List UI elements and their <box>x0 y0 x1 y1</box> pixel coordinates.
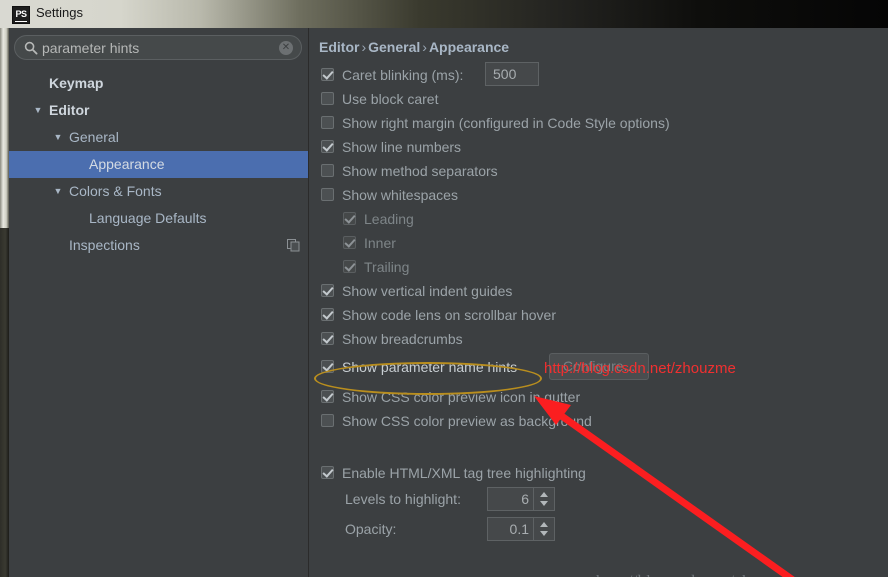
levels-spinner-up-icon[interactable] <box>540 492 548 497</box>
breadcrumb-separator-2: › <box>422 39 427 55</box>
breadcrumb-appearance: Appearance <box>428 39 510 55</box>
checkbox-trailing[interactable] <box>343 260 356 273</box>
option-label: Show breadcrumbs <box>342 331 463 347</box>
option-label: Show parameter name hints <box>342 359 518 375</box>
option-label: Show whitespaces <box>342 187 458 203</box>
option-label: Inner <box>364 235 396 251</box>
levels-to-highlight-spinner[interactable]: 6 <box>487 487 555 511</box>
checkbox-show-whitespaces[interactable] <box>321 188 334 201</box>
checkbox-show-method-separators[interactable] <box>321 164 334 177</box>
search-input[interactable] <box>42 39 272 57</box>
sidebar-item-label: Inspections <box>69 237 140 253</box>
checkbox-show-parameter-name-hints[interactable] <box>321 360 334 373</box>
checkbox-show-breadcrumbs[interactable] <box>321 332 334 345</box>
settings-detail-panel: Editor›General›Appearance Configure... L… <box>309 28 888 577</box>
option-label: Show right margin (configured in Code St… <box>342 115 670 131</box>
levels-to-highlight-value[interactable]: 6 <box>488 488 534 510</box>
tree-expand-arrow-icon[interactable]: ▼ <box>51 178 65 205</box>
window-left-edge-lower <box>0 228 9 577</box>
opacity-spinner-buttons[interactable] <box>533 518 554 540</box>
opacity-value[interactable]: 0.1 <box>488 518 534 540</box>
option-label: Show CSS color preview icon in gutter <box>342 389 581 405</box>
window-title: Settings <box>36 5 83 20</box>
sidebar-item-language-defaults[interactable]: Language Defaults <box>9 205 308 232</box>
breadcrumb: Editor › General › Appearance <box>319 39 509 55</box>
sidebar-item-inspections[interactable]: Inspections <box>9 232 308 259</box>
red-url-annotation: http://blog.csdn.net/zhouzme <box>544 360 736 377</box>
sidebar-item-label: Colors & Fonts <box>69 183 162 199</box>
breadcrumb-editor[interactable]: Editor <box>319 39 359 55</box>
checkbox-caret-blinking-ms[interactable] <box>321 68 334 81</box>
copy-icon[interactable] <box>287 239 300 252</box>
option-label: Show CSS color preview as background <box>342 413 592 429</box>
tree-expand-arrow-icon[interactable]: ▼ <box>51 124 65 151</box>
settings-window: PS Settings ✕ Keymap▼Editor▼GeneralAppea… <box>0 0 888 577</box>
opacity-label: Opacity: <box>345 521 397 537</box>
breadcrumb-separator-1: › <box>361 39 367 55</box>
settings-sidebar: ✕ Keymap▼Editor▼GeneralAppearance▼Colors… <box>9 28 309 577</box>
checkbox-enable-html-xml-tag-tree-highlighting[interactable] <box>321 466 334 479</box>
opacity-spinner[interactable]: 0.1 <box>487 517 555 541</box>
checkbox-show-line-numbers[interactable] <box>321 140 334 153</box>
levels-spinner-buttons[interactable] <box>533 488 554 510</box>
sidebar-item-general[interactable]: ▼ General <box>9 124 308 151</box>
title-bar-left: PS Settings <box>0 0 300 28</box>
checkbox-use-block-caret[interactable] <box>321 92 334 105</box>
opacity-spinner-down-icon[interactable] <box>540 531 548 536</box>
checkbox-inner[interactable] <box>343 236 356 249</box>
option-label: Use block caret <box>342 91 439 107</box>
option-label: Trailing <box>364 259 410 275</box>
settings-tree: Keymap ▼ Editor ▼ General Appearance ▼ Colors &… <box>9 70 308 259</box>
window-body: ✕ Keymap▼Editor▼GeneralAppearance▼Colors… <box>0 28 888 577</box>
option-label: Caret blinking (ms): <box>342 67 464 83</box>
clear-search-icon[interactable]: ✕ <box>279 41 293 55</box>
checkbox-leading[interactable] <box>343 212 356 225</box>
sidebar-item-appearance[interactable]: Appearance <box>9 151 308 178</box>
tree-expand-arrow-icon[interactable]: ▼ <box>31 97 45 124</box>
sidebar-item-keymap[interactable]: Keymap <box>9 70 308 97</box>
caret-blinking-input[interactable] <box>485 62 539 86</box>
search-box[interactable]: ✕ <box>14 35 302 60</box>
checkbox-show-css-color-preview-as-background[interactable] <box>321 414 334 427</box>
levels-spinner-down-icon[interactable] <box>540 501 548 506</box>
checkbox-show-code-lens-on-scrollbar-hover[interactable] <box>321 308 334 321</box>
option-label: Show method separators <box>342 163 498 179</box>
sidebar-item-label: Keymap <box>49 75 104 91</box>
watermark-text: http://blog.csdn.net/zhouzme <box>596 573 796 577</box>
sidebar-item-label: Appearance <box>89 156 165 172</box>
sidebar-item-label: Editor <box>49 102 90 118</box>
sidebar-item-label: General <box>69 129 119 145</box>
option-label: Show line numbers <box>342 139 462 155</box>
levels-to-highlight-label: Levels to highlight: <box>345 491 461 507</box>
sidebar-item-colors-fonts[interactable]: ▼ Colors & Fonts <box>9 178 308 205</box>
option-label: Show code lens on scrollbar hover <box>342 307 557 323</box>
search-icon <box>24 41 38 55</box>
option-label: Show vertical indent guides <box>342 283 513 299</box>
app-logo-icon: PS <box>12 6 30 24</box>
sidebar-item-editor[interactable]: ▼ Editor <box>9 97 308 124</box>
option-label: Leading <box>364 211 414 227</box>
checkbox-show-right-margin-configured-in-code-style-options[interactable] <box>321 116 334 129</box>
checkbox-show-css-color-preview-icon-in-gutter[interactable] <box>321 390 334 403</box>
option-label: Enable HTML/XML tag tree highlighting <box>342 465 586 481</box>
checkbox-show-vertical-indent-guides[interactable] <box>321 284 334 297</box>
sidebar-item-label: Language Defaults <box>89 210 207 226</box>
window-title-bar: PS Settings <box>0 0 888 28</box>
breadcrumb-general[interactable]: General <box>368 39 420 55</box>
opacity-spinner-up-icon[interactable] <box>540 522 548 527</box>
options-list: Configure... Levels to highlight: 6 Opac… <box>309 62 888 577</box>
